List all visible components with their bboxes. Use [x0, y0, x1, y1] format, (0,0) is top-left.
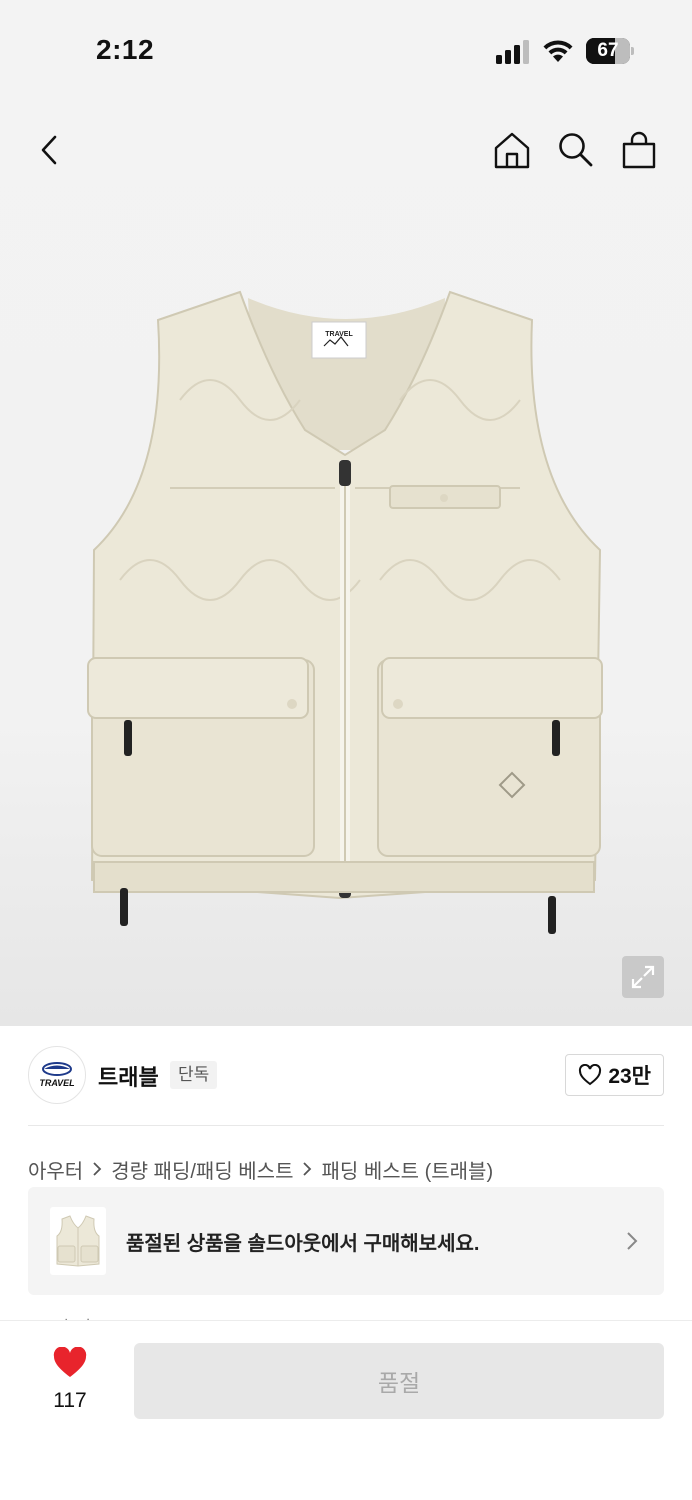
chevron-left-icon — [41, 135, 57, 165]
cellular-signal-icon — [496, 40, 529, 64]
breadcrumb: 아우터 경량 패딩/패딩 베스트 패딩 베스트 (트래블) — [28, 1155, 493, 1183]
wishlist-button[interactable]: 117 — [40, 1343, 100, 1423]
cart-button[interactable] — [615, 126, 663, 174]
chevron-right-icon — [93, 1162, 102, 1176]
divider — [28, 1125, 664, 1126]
exclusive-badge: 단독 — [170, 1061, 218, 1089]
brand-like-button[interactable]: 23만 — [565, 1054, 664, 1096]
search-icon — [559, 133, 593, 167]
battery-indicator: 67 — [586, 38, 634, 64]
chevron-right-icon — [627, 1232, 638, 1250]
breadcrumb-item[interactable]: 경량 패딩/패딩 베스트 — [111, 1155, 293, 1184]
back-button[interactable] — [26, 126, 74, 174]
brand-like-count: 23만 — [608, 1065, 651, 1088]
breadcrumb-item[interactable]: 패딩 베스트 (트래블) — [321, 1155, 493, 1184]
status-bar: 2:12 67 — [0, 0, 692, 100]
soldout-purchase-button[interactable]: 품절 — [134, 1343, 664, 1419]
search-button[interactable] — [551, 126, 599, 174]
wishlist-count: 117 — [53, 1389, 87, 1412]
bottom-action-bar: 117 품절 — [0, 1320, 692, 1500]
brand-logo-text: TRAVEL — [39, 1078, 74, 1088]
travel-logo-icon: TRAVEL — [39, 1062, 75, 1088]
soldout-banner[interactable]: 품절된 상품을 솔드아웃에서 구매해보세요. — [28, 1187, 664, 1295]
home-button[interactable] — [488, 126, 536, 174]
shopping-bag-icon — [622, 131, 656, 169]
home-icon — [494, 132, 530, 169]
brand-logo[interactable]: TRAVEL — [28, 1046, 86, 1104]
banner-thumbnail — [50, 1207, 106, 1275]
battery-percent: 67 — [597, 40, 619, 61]
wifi-icon — [543, 40, 573, 62]
expand-image-button[interactable] — [622, 956, 664, 998]
brand-name[interactable]: 트래블 — [98, 1060, 159, 1092]
chevron-right-icon — [303, 1162, 312, 1176]
vest-label-text: TRAVEL — [325, 331, 353, 338]
status-time: 2:12 — [96, 34, 155, 65]
breadcrumb-item[interactable]: 아우터 — [28, 1155, 83, 1184]
brand-row: TRAVEL 트래블 단독 23만 — [28, 1046, 664, 1106]
product-image[interactable]: TRAVEL — [80, 280, 610, 940]
soldout-banner-text: 품절된 상품을 솔드아웃에서 구매해보세요. — [126, 1233, 480, 1255]
expand-icon — [631, 965, 655, 989]
heart-outline-icon — [579, 1064, 602, 1086]
heart-filled-icon — [53, 1347, 87, 1377]
